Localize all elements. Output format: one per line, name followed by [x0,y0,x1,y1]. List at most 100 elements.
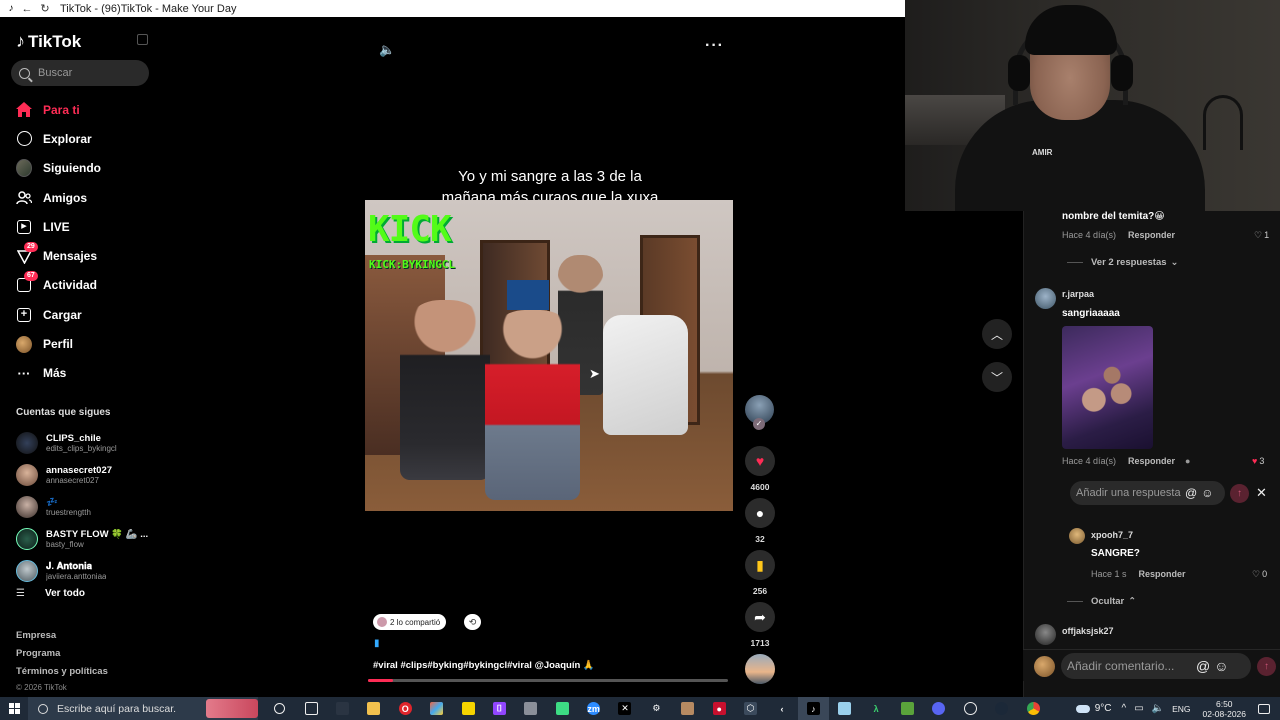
hide-replies-button[interactable]: Ocultar ⌃ [1067,596,1136,607]
check-icon[interactable]: ✓ [753,418,765,430]
file-explorer-icon[interactable] [358,697,389,720]
comment-like[interactable]: ♡ 0 [1252,569,1267,580]
avatar[interactable] [1069,528,1085,544]
cube-app-icon[interactable]: ⬡ [735,697,766,720]
footer-link-terminos[interactable]: Términos y políticas [16,666,108,684]
video-description[interactable]: #viral #clips#byking#bykingcl#viral @Joa… [373,660,595,671]
search-input[interactable] [38,67,138,79]
comment-like[interactable]: ♥ 3 [1252,456,1264,466]
sticky-notes-icon[interactable] [452,697,483,720]
volume-icon[interactable]: 🔈 [1152,703,1164,714]
video-progress-bar[interactable] [368,679,728,682]
notepad-icon[interactable] [829,697,860,720]
android-studio-icon[interactable] [547,697,578,720]
following-item[interactable]: 𝐉. 𝐀𝐧𝐭𝐨𝐧𝐢𝐚 javiiera.anttoniaa [0,555,160,587]
next-video-button[interactable]: ﹀ [982,362,1012,392]
footer-link-empresa[interactable]: Empresa [16,630,108,648]
shared-badge[interactable]: 2 lo compartió [373,614,447,630]
view-replies-button[interactable]: Ver 2 respuestas ⌄ [1067,257,1179,268]
reload-icon[interactable]: ↻ [36,2,54,15]
save-button[interactable]: ▮ [745,550,775,580]
obs-icon[interactable] [955,697,986,720]
chevron-up-icon[interactable]: ^ [1121,703,1126,714]
send-comment-button[interactable]: ↑ [1257,657,1276,676]
tiktok-logo[interactable]: ♪ TikTok [16,31,81,52]
send-reply-button[interactable]: ↑ [1230,484,1249,503]
sidebar-item-mas[interactable]: ··· Más [0,359,160,388]
clock[interactable]: 6:50 02-08-2026 [1203,699,1246,719]
comment-user[interactable]: offjaksjsk27 [1062,626,1114,636]
more-options-icon[interactable]: ··· [705,37,724,55]
reply-button[interactable]: Responder [1128,230,1175,240]
settings-gear-icon[interactable]: ⚙ [641,697,672,720]
share-button[interactable]: ➦ [745,602,775,632]
search-bar[interactable] [11,60,149,86]
sidebar-item-explorar[interactable]: Explorar [0,124,160,153]
avatar[interactable] [1035,288,1056,309]
chrome-icon[interactable] [1017,697,1048,720]
comment-button[interactable]: ● [745,498,775,528]
like-button[interactable]: ♥ [745,446,775,476]
following-item[interactable]: annasecret027 annasecret027 [0,459,160,491]
taskbar-search-input[interactable] [57,702,207,715]
opera-icon[interactable]: O [390,697,421,720]
app-placeholder-icon[interactable] [327,697,358,720]
tiktok-app-icon[interactable]: ♪ [797,697,830,720]
emoji-icon[interactable]: ☺ [1201,486,1213,500]
comment-input[interactable] [1067,659,1192,673]
capcut-alt-icon[interactable]: ‹ [766,697,797,720]
taskbar-search[interactable] [28,697,258,720]
sidebar-item-perfil[interactable]: Perfil [0,329,160,358]
photo-app-icon[interactable] [672,697,703,720]
creator-avatar[interactable]: ✓ [745,395,774,430]
cortana-icon[interactable] [264,697,295,720]
reply-button[interactable]: Responder [1128,456,1175,466]
comment-user[interactable]: r.jarpaa [1062,289,1094,299]
following-item[interactable]: CLIPS_chile edits_clips_bykingcl [0,427,160,459]
twitch-icon[interactable]: ⌷ [484,697,515,720]
start-button[interactable] [0,697,28,720]
comment-user[interactable]: xpooh7_7 [1091,530,1133,540]
video-player[interactable]: KICK KICK:BYKINGCL ➤ [365,200,733,511]
following-item[interactable]: 💤 truestrengtth [0,491,160,523]
capcut-icon[interactable]: ✕ [609,697,640,720]
sidebar-item-live[interactable]: ▸ LIVE [0,212,160,241]
minecraft-icon[interactable] [892,697,923,720]
weather-widget[interactable]: 9°C [1075,703,1111,714]
back-icon[interactable]: ← [18,3,36,15]
reply-button[interactable]: Responder [1139,569,1186,579]
comment-image[interactable] [1062,326,1153,449]
zoom-icon[interactable]: zm [578,697,609,720]
sidebar-item-cargar[interactable]: + Cargar [0,300,160,329]
app-grid-icon[interactable] [515,697,546,720]
task-view-icon[interactable] [295,697,326,720]
collapse-sidebar-icon[interactable] [137,34,148,45]
comment-like[interactable]: ♡ 1 [1254,230,1269,241]
prev-video-button[interactable]: ︿ [982,319,1012,349]
language-indicator[interactable]: ENG [1172,704,1190,714]
music-disc-icon[interactable] [745,654,775,684]
following-item[interactable]: BASTY FLOW 🍀 🦾 ... basty_flow [0,523,160,555]
photos-icon[interactable] [421,697,452,720]
steam-icon[interactable] [986,697,1017,720]
creative-app-icon[interactable]: λ [860,697,891,720]
see-all-link[interactable]: ☰ Ver todo [16,588,85,599]
sidebar-item-amigos[interactable]: Amigos [0,183,160,212]
sidebar-item-siguiendo[interactable]: Siguiendo [0,154,160,183]
reply-input-box[interactable]: @ ☺ [1070,481,1225,505]
sidebar-item-actividad[interactable]: 67 Actividad [0,271,160,300]
discord-icon[interactable] [923,697,954,720]
sidebar-item-mensajes[interactable]: 29 Mensajes [0,241,160,270]
volume-icon[interactable]: 🔈 [379,42,395,58]
emoji-icon[interactable]: ☺ [1214,658,1228,674]
comment-input-box[interactable]: @ ☺ [1061,653,1251,679]
footer-link-programa[interactable]: Programa [16,648,108,666]
repost-icon[interactable]: ⟲ [464,614,481,630]
reply-input[interactable] [1076,487,1181,499]
avatar[interactable] [1035,624,1056,645]
network-icon[interactable]: ▭ [1134,703,1143,714]
sidebar-item-para-ti[interactable]: Para ti [0,95,160,124]
recorder-icon[interactable]: ● [703,697,734,720]
mention-icon[interactable]: @ [1185,486,1197,500]
mention-icon[interactable]: @ [1196,658,1210,674]
